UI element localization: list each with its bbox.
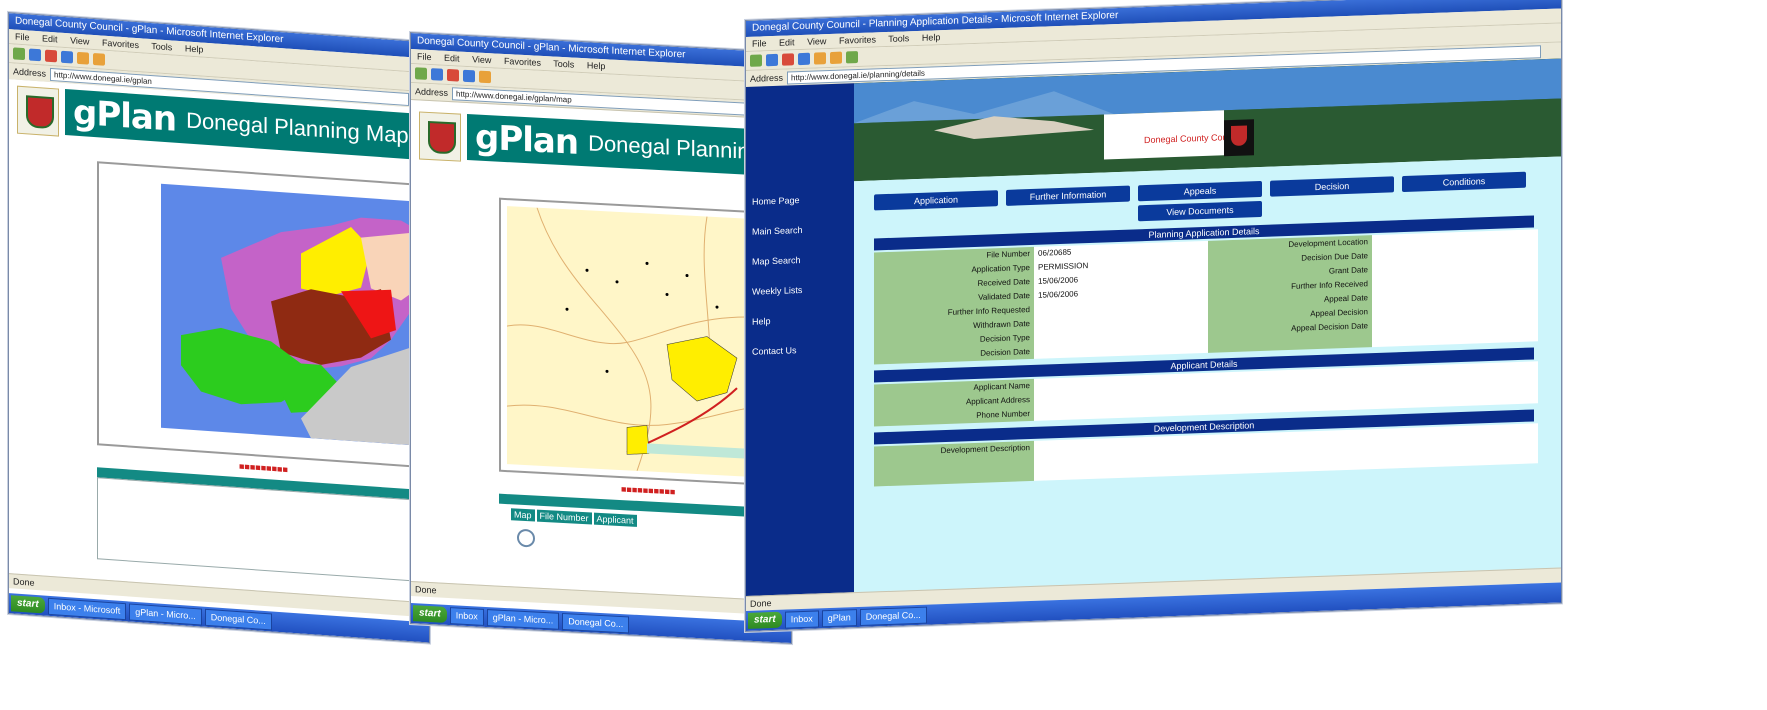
applicant-labels: Applicant Name Applicant Address Phone N… bbox=[874, 378, 1034, 427]
menu-edit[interactable]: Edit bbox=[779, 37, 795, 48]
forward-icon[interactable] bbox=[29, 48, 41, 62]
details-right-labels: Development Location Decision Due Date G… bbox=[1208, 235, 1372, 353]
gplan-logo: gPlan bbox=[73, 92, 177, 140]
stop-icon[interactable] bbox=[782, 53, 794, 66]
details-left-labels: File Number Application Type Received Da… bbox=[874, 246, 1034, 365]
menu-file[interactable]: File bbox=[417, 51, 432, 62]
start-button[interactable]: start bbox=[413, 605, 447, 623]
address-label: Address bbox=[13, 66, 47, 79]
map-frame bbox=[97, 161, 430, 469]
county-crest-logo bbox=[419, 111, 461, 162]
browser-window-planning-details: Donegal County Council - Planning Applic… bbox=[745, 0, 1562, 633]
taskbar-item[interactable]: gPlan bbox=[821, 608, 857, 627]
taskbar-item[interactable]: Donegal Co... bbox=[859, 606, 927, 626]
start-button[interactable]: start bbox=[11, 595, 45, 614]
map-footer-link[interactable]: ■■■■■■■■■■ bbox=[621, 484, 675, 497]
menu-tools[interactable]: Tools bbox=[553, 59, 574, 70]
refresh-icon[interactable] bbox=[463, 69, 475, 83]
menu-file[interactable]: File bbox=[752, 38, 767, 49]
gplan-banner: gPlan Donegal Planning bbox=[467, 113, 791, 177]
map-footer-link[interactable]: ■■■■■■■■■ bbox=[239, 461, 288, 474]
home-icon[interactable] bbox=[77, 51, 89, 65]
col-header-file-number: File Number bbox=[536, 509, 592, 525]
favorites-icon[interactable] bbox=[93, 52, 105, 66]
side-navigation: Home Page Main Search Map Search Weekly … bbox=[746, 83, 854, 597]
menu-favorites[interactable]: Favorites bbox=[102, 38, 139, 51]
menu-tools[interactable]: Tools bbox=[888, 33, 909, 44]
council-crest-logo bbox=[1224, 119, 1254, 157]
taskbar-item[interactable]: Inbox - Microsoft bbox=[47, 597, 127, 620]
details-left-values: 06/20685 PERMISSION 15/06/2006 15/06/200… bbox=[1034, 240, 1208, 359]
browser-window-gplan-county: Donegal County Council - gPlan - Microso… bbox=[8, 12, 430, 644]
home-icon[interactable] bbox=[479, 70, 491, 84]
menu-help[interactable]: Help bbox=[587, 60, 606, 71]
taskbar-item[interactable]: Donegal Co... bbox=[204, 608, 272, 630]
taskbar-item[interactable]: gPlan - Micro... bbox=[129, 602, 202, 626]
taskbar-item[interactable]: gPlan - Micro... bbox=[486, 608, 560, 630]
back-icon[interactable] bbox=[415, 67, 427, 80]
menu-file[interactable]: File bbox=[15, 31, 30, 42]
taskbar-item[interactable]: Inbox bbox=[784, 609, 819, 629]
results-table-header: Map File Number Applicant bbox=[511, 508, 637, 527]
main-content: Application Further Information Appeals … bbox=[854, 156, 1561, 594]
label-development-description: Development Description bbox=[874, 440, 1034, 487]
col-header-applicant: Applicant bbox=[593, 512, 637, 527]
btn-further-information[interactable]: Further Information bbox=[1006, 185, 1130, 206]
refresh-icon[interactable] bbox=[61, 50, 73, 64]
address-label: Address bbox=[415, 86, 449, 98]
nav-help[interactable]: Help bbox=[752, 316, 771, 327]
page-title: Donegal Planning Map bbox=[186, 107, 409, 149]
browser-window-gplan-zoomed: Donegal County Council - gPlan - Microso… bbox=[410, 32, 792, 645]
menu-edit[interactable]: Edit bbox=[444, 53, 460, 64]
county-crest-logo bbox=[17, 85, 59, 137]
btn-decision[interactable]: Decision bbox=[1270, 176, 1394, 197]
page-title: Donegal Planning bbox=[588, 130, 762, 165]
taskbar-item[interactable]: Inbox bbox=[449, 606, 484, 626]
menu-help[interactable]: Help bbox=[185, 43, 204, 54]
details-right-values bbox=[1372, 229, 1538, 348]
btn-application[interactable]: Application bbox=[874, 190, 998, 211]
btn-conditions[interactable]: Conditions bbox=[1402, 171, 1526, 193]
menu-view[interactable]: View bbox=[70, 35, 89, 46]
gplan-logo: gPlan bbox=[475, 117, 579, 163]
search-icon[interactable] bbox=[830, 51, 842, 65]
col-header-map: Map bbox=[511, 508, 535, 522]
nav-home[interactable]: Home Page bbox=[752, 195, 800, 207]
menu-view[interactable]: View bbox=[807, 36, 826, 47]
stop-icon[interactable] bbox=[447, 68, 459, 82]
magnifier-icon[interactable] bbox=[517, 528, 535, 548]
refresh-icon[interactable] bbox=[798, 52, 810, 66]
nav-main-search[interactable]: Main Search bbox=[752, 225, 803, 237]
forward-icon[interactable] bbox=[431, 68, 443, 81]
menu-view[interactable]: View bbox=[472, 54, 491, 65]
menu-tools[interactable]: Tools bbox=[151, 41, 172, 52]
history-icon[interactable] bbox=[846, 51, 858, 64]
menu-favorites[interactable]: Favorites bbox=[504, 56, 541, 68]
menu-favorites[interactable]: Favorites bbox=[839, 34, 876, 45]
nav-map-search[interactable]: Map Search bbox=[752, 255, 801, 267]
nav-weekly-lists[interactable]: Weekly Lists bbox=[752, 285, 802, 297]
nav-contact[interactable]: Contact Us bbox=[752, 345, 797, 357]
btn-appeals[interactable]: Appeals bbox=[1138, 180, 1262, 202]
back-icon[interactable] bbox=[13, 47, 25, 61]
address-label: Address bbox=[750, 72, 784, 84]
home-icon[interactable] bbox=[814, 52, 826, 65]
county-map[interactable] bbox=[161, 183, 427, 447]
taskbar-item[interactable]: Donegal Co... bbox=[562, 612, 630, 633]
start-button[interactable]: start bbox=[748, 611, 782, 629]
forward-icon[interactable] bbox=[766, 53, 778, 67]
stop-icon[interactable] bbox=[45, 49, 57, 63]
menu-help[interactable]: Help bbox=[922, 32, 941, 43]
btn-view-documents[interactable]: View Documents bbox=[1138, 200, 1262, 222]
menu-edit[interactable]: Edit bbox=[42, 33, 58, 44]
county-map-shapes bbox=[181, 217, 427, 447]
back-icon[interactable] bbox=[750, 54, 762, 67]
page-body: Home Page Main Search Map Search Weekly … bbox=[746, 58, 1561, 597]
